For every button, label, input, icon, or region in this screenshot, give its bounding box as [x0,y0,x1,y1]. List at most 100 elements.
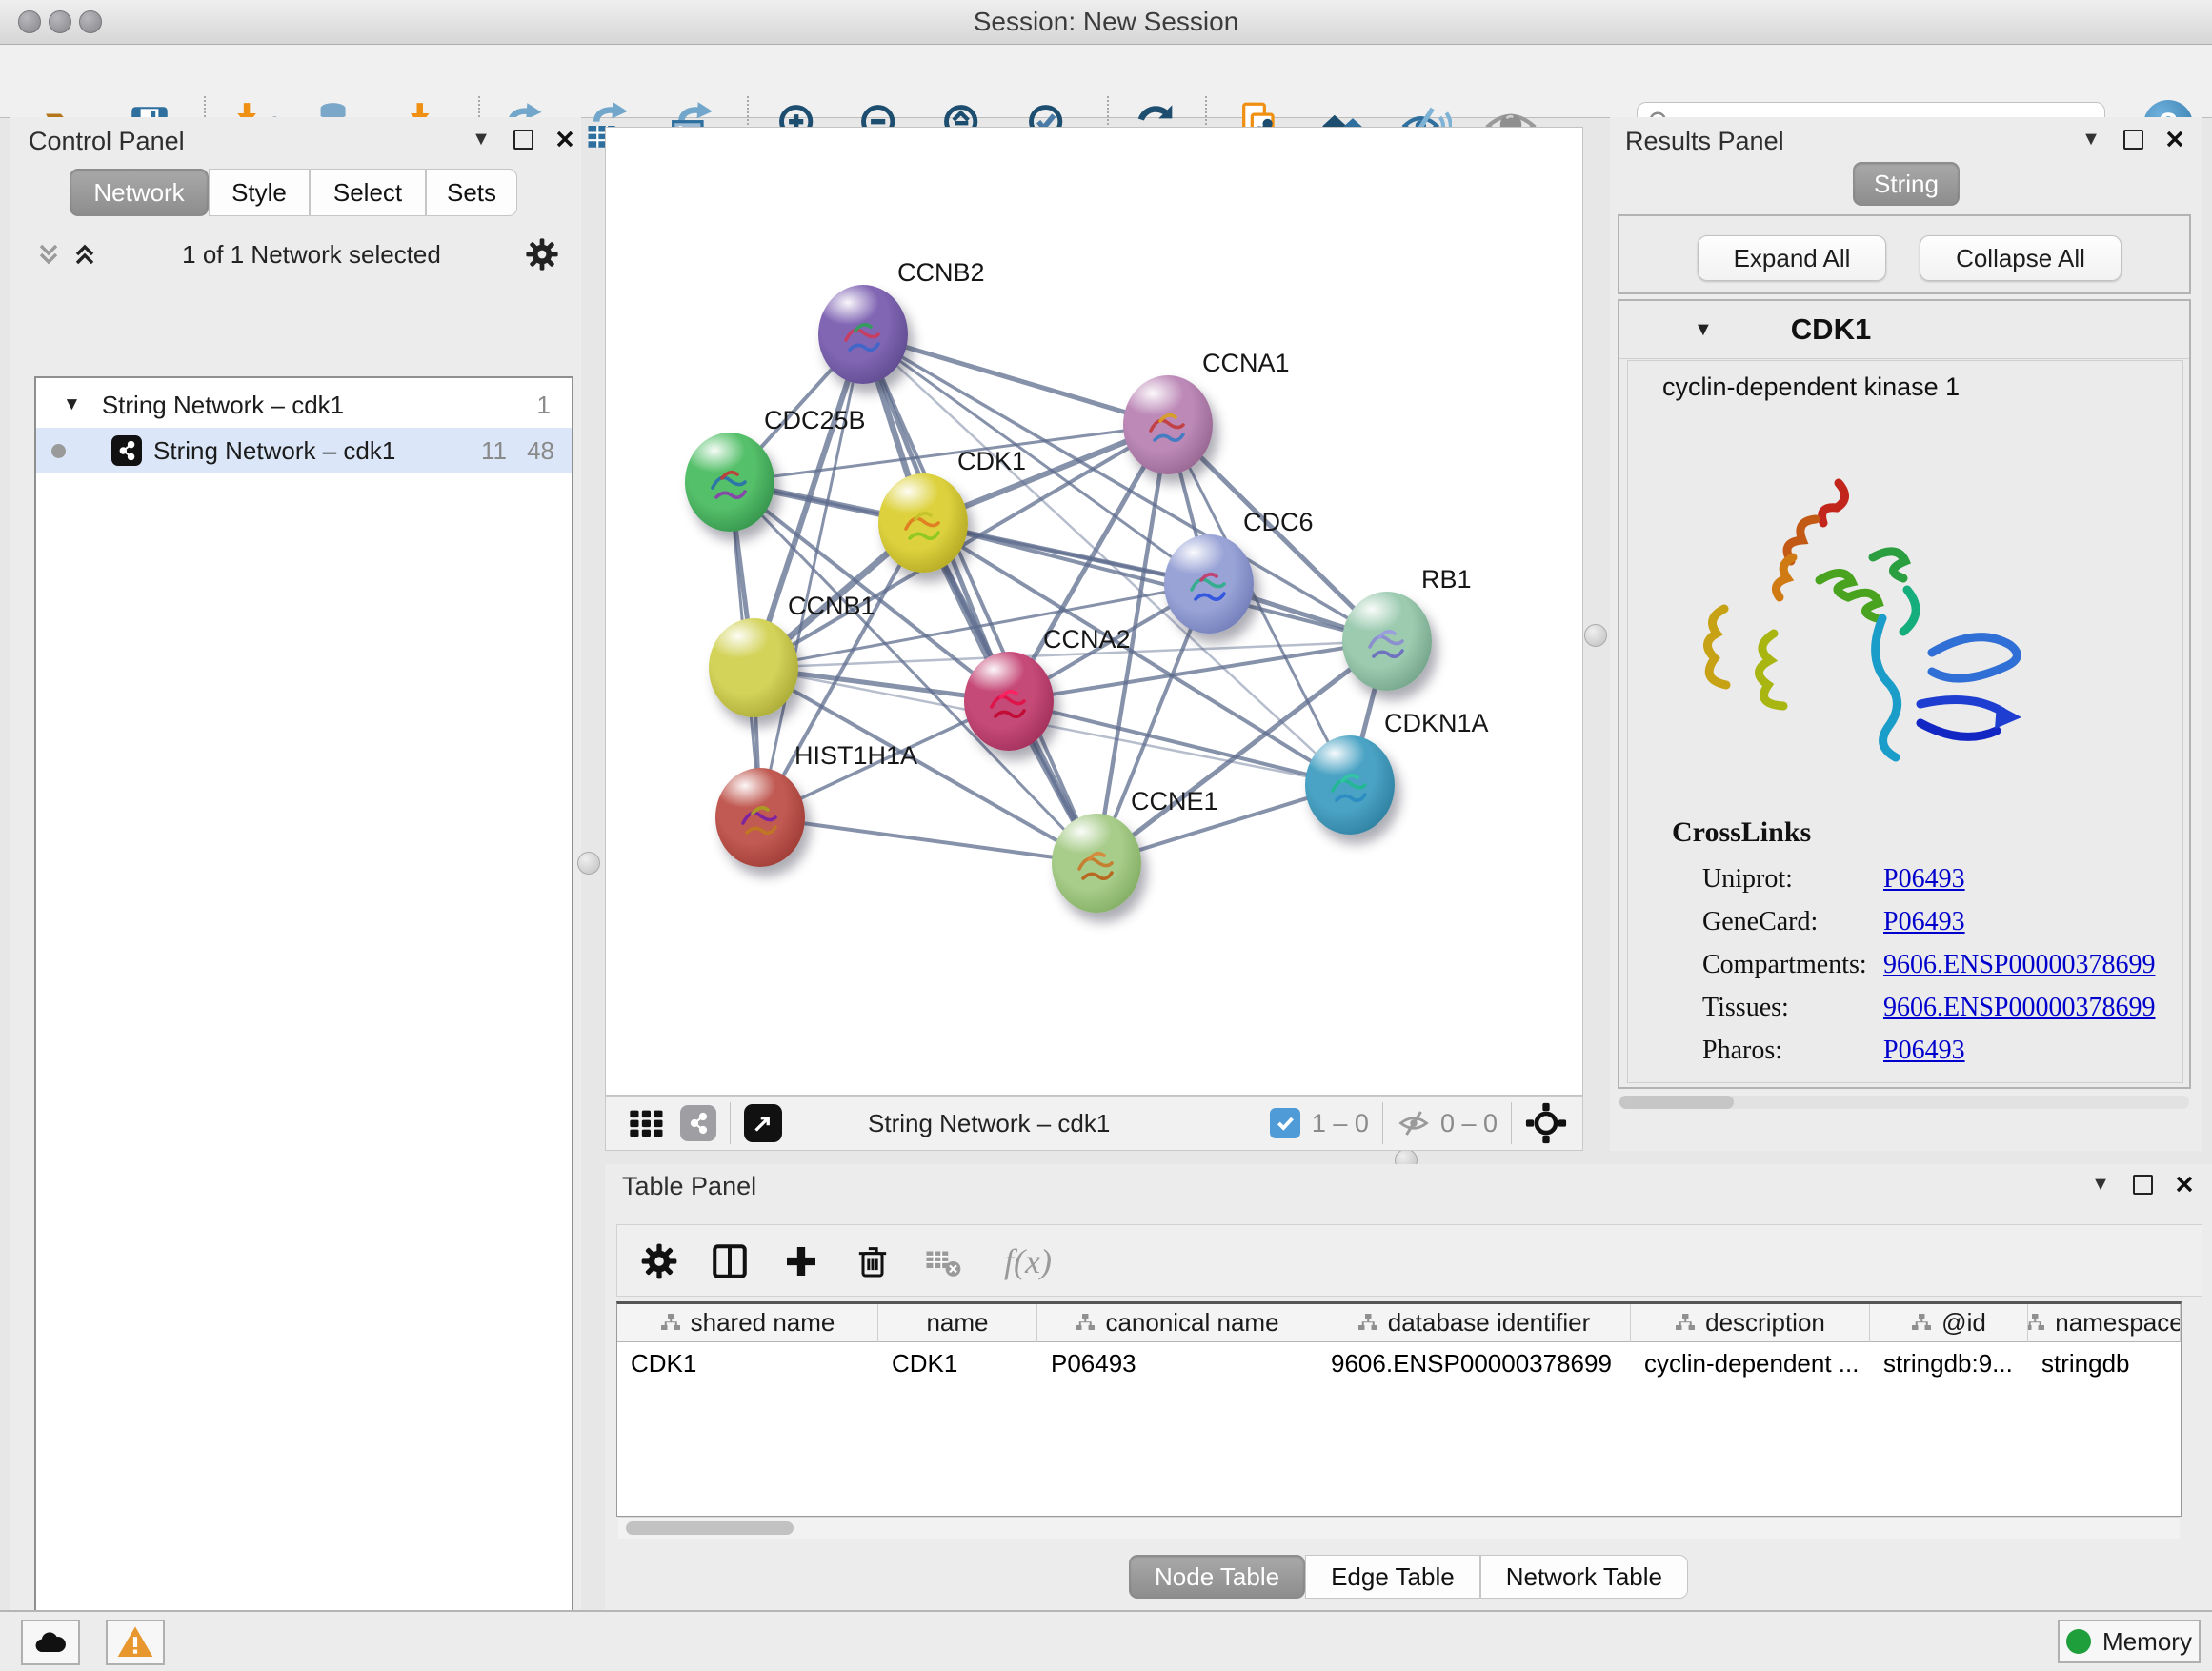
crosslink-label: Uniprot: [1702,864,1793,895]
crosslink-link[interactable]: P06493 [1883,864,1965,895]
expand-all-button[interactable]: Expand All [1698,235,1886,281]
selected-checkbox[interactable] [1270,1108,1300,1138]
network-tree-root-row[interactable]: ▼ String Network – cdk1 1 [36,382,572,428]
window-close-circle[interactable] [18,10,41,33]
gear-icon[interactable] [524,236,560,272]
column-header-name[interactable]: name [878,1304,1037,1342]
edge-count: 48 [527,436,554,466]
tab-select[interactable]: Select [310,169,426,216]
shared-column-icon [1075,1313,1096,1334]
close-icon [556,131,573,148]
control-panel: Control Panel ▼ Network Style Select Set… [10,117,581,1610]
network-node-CDC6[interactable] [1164,534,1254,634]
tab-network[interactable]: Network [70,169,209,216]
node-label-CDKN1A: CDKN1A [1384,709,1489,738]
status-bar: Memory [0,1610,2212,1671]
cloud-button[interactable] [21,1620,80,1665]
network-tree-child-row[interactable]: String Network – cdk1 11 48 [36,428,572,473]
panel-float-button[interactable] [2117,125,2149,153]
delete-table-icon[interactable] [918,1237,968,1286]
create-column-plus-icon[interactable] [776,1237,826,1286]
panel-float-button[interactable] [2126,1170,2159,1198]
network-list-toolbar: 1 of 1 Network selected [10,230,581,279]
network-node-CCNB1[interactable] [709,618,798,717]
tab-node-table[interactable]: Node Table [1129,1555,1305,1599]
grid-view-icon[interactable] [627,1104,665,1142]
tab-string[interactable]: String [1853,162,1960,206]
network-edge[interactable] [863,334,1096,863]
results-scrollbar-thumb[interactable] [1619,1096,1734,1109]
tab-edge-table[interactable]: Edge Table [1305,1555,1480,1599]
network-view-canvas[interactable]: CCNB2CCNA1CDC25BCDK1CDC6RB1CCNB1CCNA2CDK… [605,127,1583,1096]
crosslinks-list: Uniprot:P06493GeneCard:P06493Compartment… [1628,864,2182,1078]
left-splitter-grip[interactable] [577,852,600,875]
node-label-CCNA1: CCNA1 [1202,349,1290,378]
network-node-HIST1H1A[interactable] [715,768,805,867]
shared-column-icon [1675,1313,1696,1334]
open-in-window-icon[interactable] [744,1104,782,1142]
entry-collapse-triangle[interactable]: ▼ [1694,319,1713,341]
view-network-title: String Network – cdk1 [868,1109,1110,1138]
collapse-all-button[interactable]: Collapse All [1920,235,2122,281]
tab-network-table[interactable]: Network Table [1480,1555,1688,1599]
column-header-canonical-name[interactable]: canonical name [1037,1304,1317,1342]
table-hscrollbar[interactable] [618,1517,2180,1539]
entry-header-row[interactable]: ▼ CDK1 [1619,301,2189,359]
collapse-all-chevron-icon[interactable] [70,240,99,269]
panel-close-button[interactable] [2159,125,2191,153]
network-edge[interactable] [1009,701,1350,785]
tab-style[interactable]: Style [209,169,310,216]
panel-float-button[interactable] [507,125,539,153]
network-node-CCNA1[interactable] [1123,375,1213,474]
node-label-HIST1H1A: HIST1H1A [794,741,917,771]
network-icon-badge[interactable] [680,1105,716,1141]
protein-thumbnail-icon [734,791,787,844]
function-builder-button[interactable]: f(x) [985,1237,1071,1286]
node-label-CCNB2: CCNB2 [897,258,985,288]
tree-expand-triangle[interactable]: ▼ [63,394,81,415]
window-zoom-circle[interactable] [79,10,102,33]
show-columns-icon[interactable] [705,1237,754,1286]
crosslink-link[interactable]: 9606.ENSP00000378699 [1883,950,2155,980]
panel-close-button[interactable] [549,125,581,153]
crosslink-row: Uniprot: P06493 [1628,864,2182,907]
network-node-CDC25B[interactable] [685,433,774,532]
panel-menu-button[interactable]: ▼ [2075,125,2107,153]
column-header-namespace[interactable]: namespace [2028,1304,2181,1342]
navigator-crosshair-icon[interactable] [1525,1102,1567,1144]
network-node-CCNB2[interactable] [818,285,908,384]
results-scrollbar-track[interactable] [1619,1096,2189,1109]
expand-all-chevron-icon[interactable] [34,240,63,269]
panel-close-button[interactable] [2168,1170,2201,1198]
crosslink-link[interactable]: P06493 [1883,907,1965,937]
crosslink-label: Pharos: [1702,1036,1782,1066]
delete-column-trash-icon[interactable] [848,1237,897,1286]
network-node-CDKN1A[interactable] [1305,735,1395,835]
crosslink-link[interactable]: 9606.ENSP00000378699 [1883,993,2155,1023]
crosslink-link[interactable]: P06493 [1883,1036,1965,1066]
tab-sets[interactable]: Sets [426,169,517,216]
column-header-database-identifier[interactable]: database identifier [1317,1304,1631,1342]
panel-menu-button[interactable]: ▼ [2084,1170,2117,1198]
table-hscrollbar-thumb[interactable] [626,1521,794,1535]
memory-button[interactable]: Memory [2058,1620,2201,1663]
table-settings-gear-icon[interactable] [634,1237,684,1286]
protein-structure-image [1681,466,2053,809]
panel-menu-button[interactable]: ▼ [465,125,497,153]
selected-count: 1 – 0 [1312,1109,1369,1138]
column-header-shared-name[interactable]: shared name [617,1304,878,1342]
right-splitter-grip[interactable] [1584,624,1607,647]
network-node-CCNA2[interactable] [964,652,1054,751]
network-edges [606,128,1582,1095]
column-header-description[interactable]: description [1631,1304,1870,1342]
window-minimize-circle[interactable] [49,10,71,33]
network-node-RB1[interactable] [1342,592,1432,691]
warning-button[interactable] [106,1620,165,1665]
network-node-CDK1[interactable] [878,473,968,573]
network-node-CCNE1[interactable] [1052,814,1141,913]
shared-column-icon [1357,1313,1378,1334]
network-edge[interactable] [863,334,1168,425]
column-header--id[interactable]: @id [1870,1304,2028,1342]
network-edge[interactable] [760,817,1096,863]
entry-body: cyclin-dependent kinase 1 [1627,360,2183,1083]
